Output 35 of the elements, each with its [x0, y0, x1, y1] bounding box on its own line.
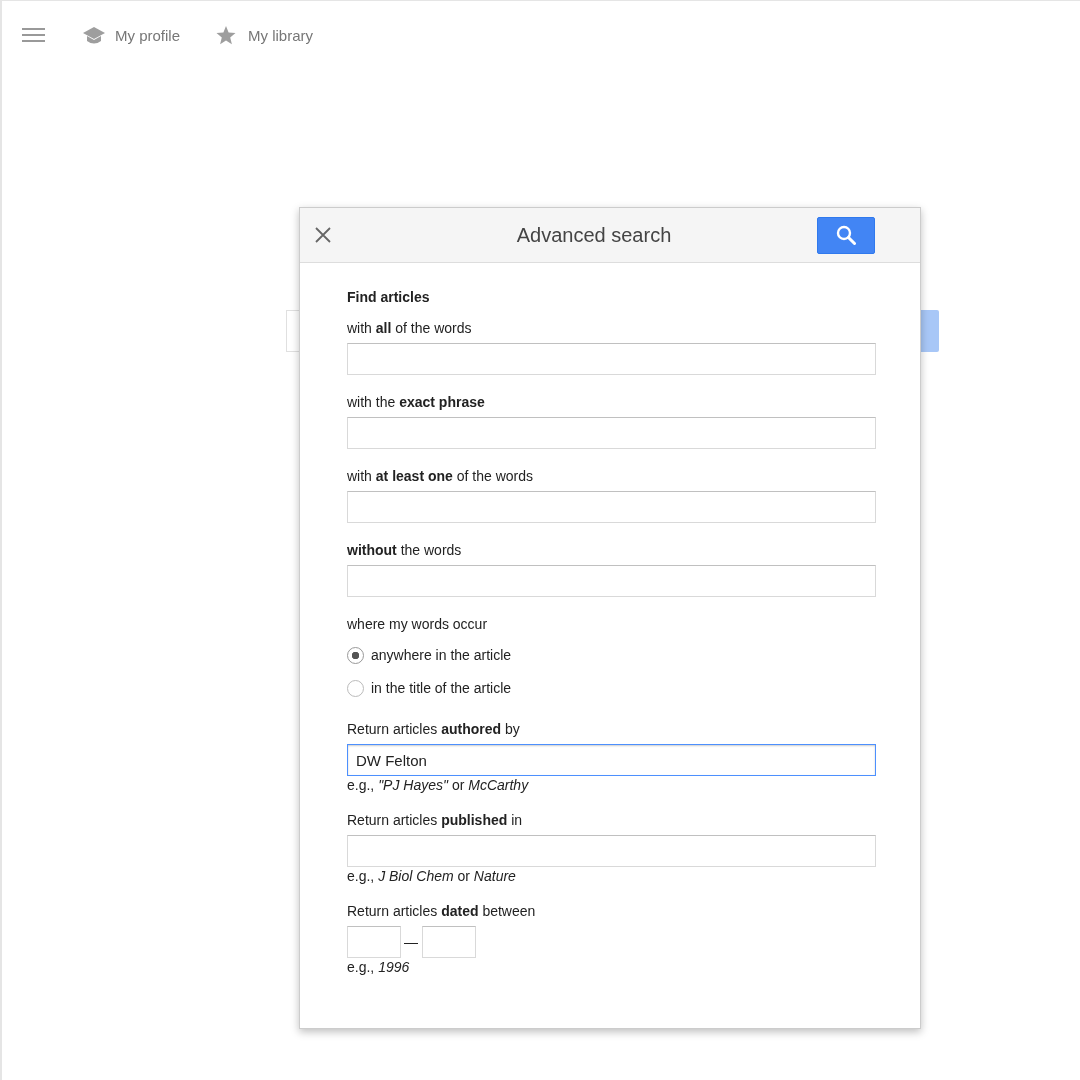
input-field[interactable]: [347, 835, 876, 867]
dash: —: [404, 934, 418, 950]
radio-button[interactable]: [347, 679, 364, 697]
start-year-field[interactable]: [347, 926, 401, 958]
field-label: Return articles published in: [347, 811, 524, 830]
close-button[interactable]: [315, 227, 331, 243]
field-label: where my words occur: [347, 615, 489, 634]
radio-option[interactable]: anywhere in the article: [347, 644, 512, 666]
field-label: with at least one of the words: [347, 467, 534, 486]
field-label: Return articles authored by: [347, 720, 521, 739]
close-icon: [315, 227, 331, 243]
example-hint: e.g., J Biol Chem or Nature: [347, 867, 517, 885]
input-field[interactable]: [347, 343, 876, 375]
field-label: with the exact phrase: [347, 393, 486, 412]
field-label: without the words: [347, 541, 463, 560]
end-year-field[interactable]: [422, 926, 476, 958]
example-hint: e.g., 1996: [347, 958, 411, 976]
input-field[interactable]: [347, 491, 876, 523]
search-icon: [836, 225, 856, 245]
radio-button[interactable]: [347, 646, 364, 664]
example-hint: e.g., "PJ Hayes" or McCarthy: [347, 776, 530, 794]
menu-icon: [22, 27, 45, 43]
input-field[interactable]: DW Felton: [347, 744, 876, 776]
section-heading: Find articles: [347, 288, 431, 307]
menu-button[interactable]: [22, 27, 45, 43]
nav-link[interactable]: My library: [216, 25, 314, 45]
radio-option[interactable]: in the title of the article: [347, 677, 512, 699]
nav-link[interactable]: My profile: [83, 25, 181, 45]
input-field[interactable]: [347, 417, 876, 449]
field-label: Return articles dated between: [347, 902, 537, 921]
input-field[interactable]: [347, 565, 876, 597]
graduation-cap-icon: [83, 25, 105, 45]
field-label: with all of the words: [347, 319, 473, 338]
dialog-title: Advanced search: [515, 223, 673, 247]
search-button[interactable]: [817, 216, 875, 254]
